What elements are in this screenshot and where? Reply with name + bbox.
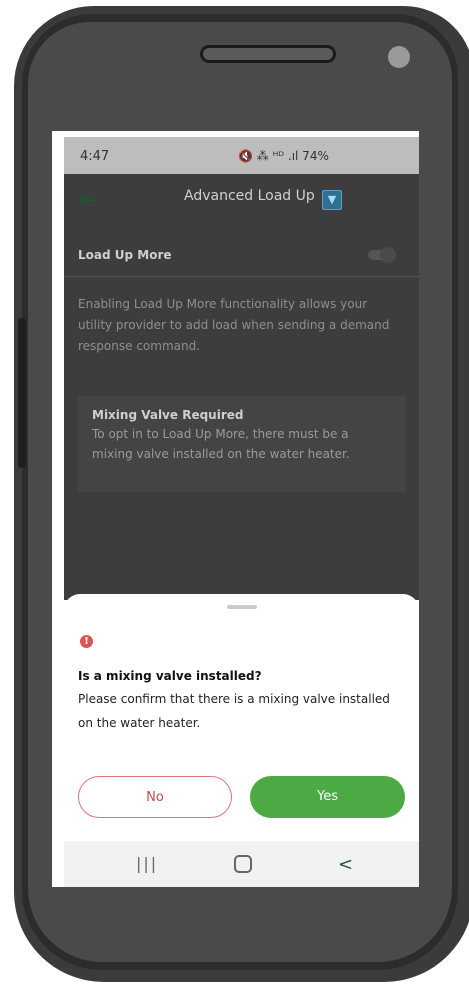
screen: 4:47 🔇 ⁂ ᴴᴰ .ıl 74% ← Advanced Load Up ▼… — [52, 131, 419, 887]
status-bar: 4:47 🔇 ⁂ ᴴᴰ .ıl 74% — [64, 137, 419, 174]
side-button — [18, 318, 26, 468]
load-up-more-label: Load Up More — [78, 248, 172, 262]
app-bar: ← Advanced Load Up ▼ — [64, 174, 419, 230]
camera-icon — [388, 46, 410, 68]
app-logo-icon: ▼ — [322, 190, 342, 210]
sheet-body: Please confirm that there is a mixing va… — [78, 692, 390, 730]
system-back-button[interactable]: < — [338, 854, 353, 875]
status-time: 4:47 — [80, 149, 110, 164]
notice-title: Mixing Valve Required — [92, 408, 244, 422]
exclamation-icon: ! — [80, 635, 93, 648]
speaker-grille — [200, 45, 336, 63]
status-indicators: 🔇 ⁂ ᴴᴰ .ıl 74% — [238, 149, 329, 163]
load-up-description: Enabling Load Up More functionality allo… — [78, 297, 390, 353]
home-button[interactable] — [234, 855, 252, 873]
arrow-left-icon[interactable]: ← — [78, 188, 96, 213]
android-nav-bar: ||| < — [64, 841, 419, 887]
sheet-title: Is a mixing valve installed? — [78, 669, 262, 683]
toggle-knob — [380, 247, 396, 263]
recent-apps-button[interactable]: ||| — [136, 854, 158, 873]
advanced-load-up-screen: ← Advanced Load Up ▼ Load Up More Enabli… — [64, 174, 419, 600]
page-title: Advanced Load Up — [184, 188, 315, 204]
yes-button[interactable]: Yes — [250, 776, 405, 818]
no-button[interactable]: No — [78, 776, 232, 818]
load-up-more-row: Load Up More — [64, 236, 419, 277]
drag-handle[interactable] — [227, 605, 257, 609]
mixing-valve-notice: Mixing Valve Required To opt in to Load … — [78, 396, 406, 492]
notice-body: To opt in to Load Up More, there must be… — [92, 427, 350, 461]
load-up-more-toggle[interactable] — [368, 247, 396, 263]
